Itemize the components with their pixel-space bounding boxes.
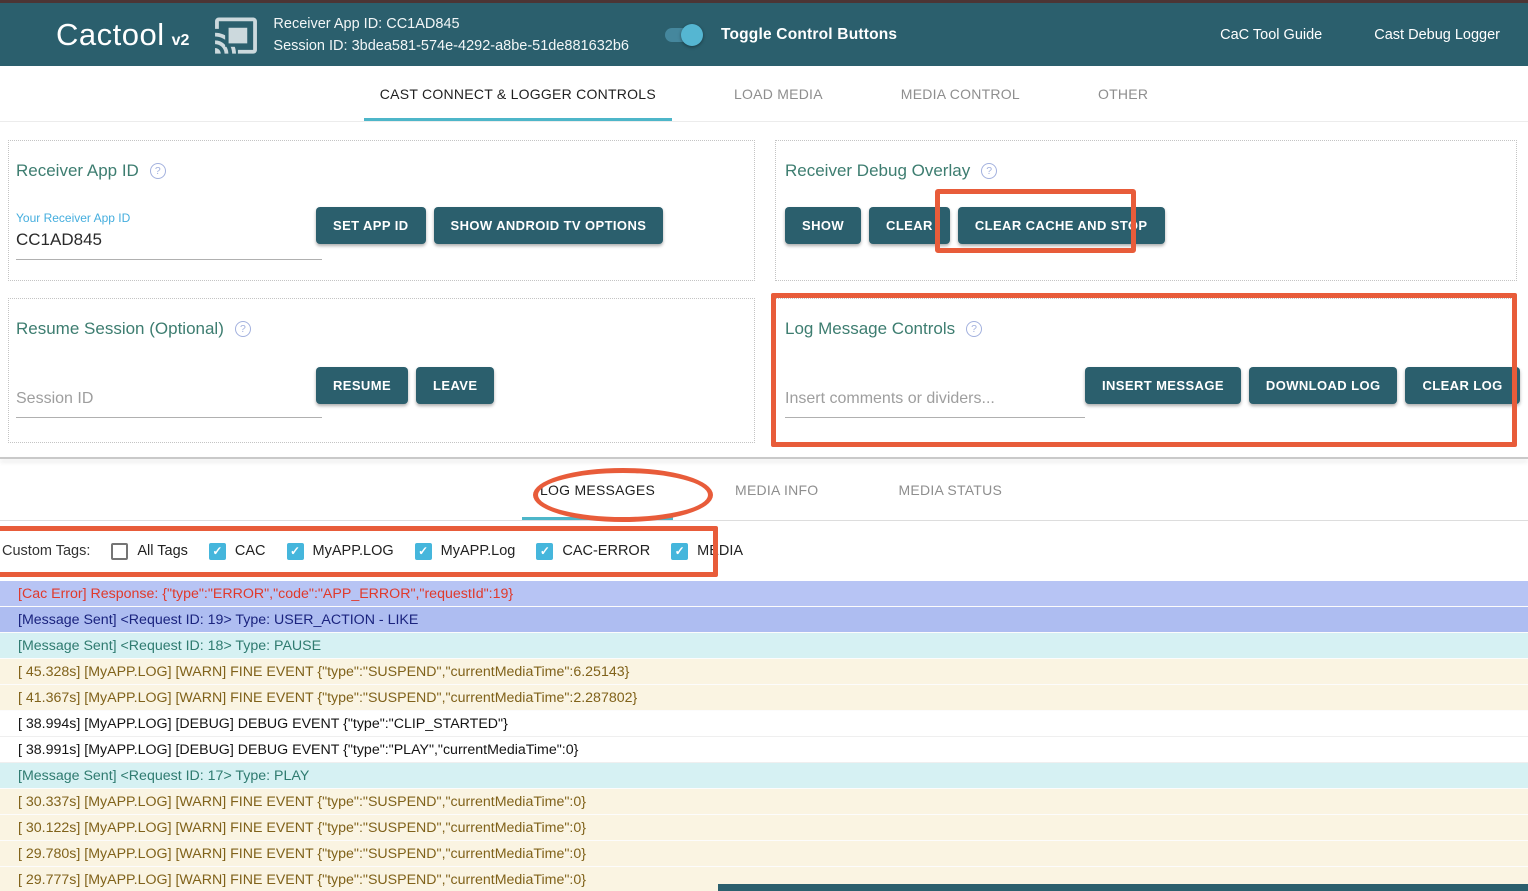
log-row: [ 41.367s] [MyAPP.LOG] [WARN] FINE EVENT… [0, 685, 1528, 711]
receiver-debug-overlay-panel: Receiver Debug Overlay SHOW CLEAR CLEAR … [775, 140, 1517, 281]
clear-overlay-button[interactable]: CLEAR [869, 207, 950, 244]
log-row: [ 30.122s] [MyAPP.LOG] [WARN] FINE EVENT… [0, 815, 1528, 841]
myapp-log-upper-checkbox[interactable] [287, 543, 304, 560]
help-icon[interactable] [235, 321, 251, 337]
custom-tags-bar: Custom Tags: All Tags CAC MyAPP.LOG MyAP… [0, 521, 1528, 581]
cactool-page: Cactool v2 Receiver App ID: CC1AD845 Ses… [0, 0, 1528, 891]
session-info: Receiver App ID: CC1AD845 Session ID: 3b… [273, 13, 629, 57]
resume-session-title: Resume Session (Optional) [16, 319, 224, 339]
tag-media[interactable]: MEDIA [671, 543, 743, 560]
log-row: [Message Sent] <Request ID: 19> Type: US… [0, 607, 1528, 633]
log-message-controls-title: Log Message Controls [785, 319, 955, 339]
chromecast-icon [213, 15, 259, 55]
bottom-bar [718, 884, 1528, 891]
log-tab-bar: LOG MESSAGES MEDIA INFO MEDIA STATUS [0, 459, 1528, 521]
tab-log-messages[interactable]: LOG MESSAGES [522, 459, 673, 520]
show-overlay-button[interactable]: SHOW [785, 207, 861, 244]
myapp-log-checkbox[interactable] [415, 543, 432, 560]
cac-tool-guide-link[interactable]: CaC Tool Guide [1220, 27, 1322, 43]
set-app-id-button[interactable]: SET APP ID [316, 207, 426, 244]
control-buttons-toggle[interactable] [663, 23, 703, 47]
toggle-knob [681, 24, 703, 46]
app-logo: Cactool v2 [56, 17, 189, 53]
tab-cast-connect-logger-controls[interactable]: CAST CONNECT & LOGGER CONTROLS [364, 66, 672, 121]
cast-debug-logger-link[interactable]: Cast Debug Logger [1374, 27, 1500, 43]
tab-media-info[interactable]: MEDIA INFO [717, 459, 836, 520]
tag-all-tags[interactable]: All Tags [111, 543, 188, 560]
cac-error-checkbox[interactable] [536, 543, 553, 560]
insert-message-button[interactable]: INSERT MESSAGE [1085, 367, 1241, 404]
help-icon[interactable] [981, 163, 997, 179]
resume-session-panel: Resume Session (Optional) RESUME LEAVE [8, 298, 755, 443]
log-row: [ 38.991s] [MyAPP.LOG] [DEBUG] DEBUG EVE… [0, 737, 1528, 763]
tag-cac[interactable]: CAC [209, 543, 266, 560]
receiver-app-id-input[interactable] [16, 225, 322, 260]
session-id-text: Session ID: 3bdea581-574e-4292-a8be-51de… [273, 35, 629, 57]
log-row: [ 38.994s] [MyAPP.LOG] [DEBUG] DEBUG EVE… [0, 711, 1528, 737]
resume-button[interactable]: RESUME [316, 367, 408, 404]
tab-other[interactable]: OTHER [1082, 66, 1164, 121]
help-icon[interactable] [150, 163, 166, 179]
toggle-label: Toggle Control Buttons [721, 26, 897, 44]
tab-media-control[interactable]: MEDIA CONTROL [885, 66, 1036, 121]
main-tab-bar: CAST CONNECT & LOGGER CONTROLS LOAD MEDI… [0, 66, 1528, 122]
tag-myapp-log[interactable]: MyAPP.Log [415, 543, 516, 560]
tab-media-status[interactable]: MEDIA STATUS [880, 459, 1020, 520]
app-version: v2 [172, 32, 190, 50]
section-divider [0, 457, 1528, 459]
tag-cac-error[interactable]: CAC-ERROR [536, 543, 650, 560]
clear-log-button[interactable]: CLEAR LOG [1405, 367, 1519, 404]
all-tags-checkbox[interactable] [111, 543, 128, 560]
tag-myapp-log-upper[interactable]: MyAPP.LOG [287, 543, 394, 560]
log-message-list: [Cac Error] Response: {"type":"ERROR","c… [0, 581, 1528, 891]
clear-cache-and-stop-button[interactable]: CLEAR CACHE AND STOP [958, 207, 1165, 244]
cac-checkbox[interactable] [209, 543, 226, 560]
log-row: [ 29.780s] [MyAPP.LOG] [WARN] FINE EVENT… [0, 841, 1528, 867]
receiver-app-id-title: Receiver App ID [16, 161, 139, 181]
control-panels: Receiver App ID Your Receiver App ID SET… [0, 122, 1528, 457]
log-row: [ 30.337s] [MyAPP.LOG] [WARN] FINE EVENT… [0, 789, 1528, 815]
log-row: [Cac Error] Response: {"type":"ERROR","c… [0, 581, 1528, 607]
log-row: [Message Sent] <Request ID: 17> Type: PL… [0, 763, 1528, 789]
tab-load-media[interactable]: LOAD MEDIA [718, 66, 839, 121]
receiver-app-id-field-label: Your Receiver App ID [16, 211, 322, 225]
show-android-tv-options-button[interactable]: SHOW ANDROID TV OPTIONS [434, 207, 664, 244]
app-title: Cactool [56, 17, 165, 53]
session-id-input[interactable] [16, 383, 322, 418]
log-row: [Message Sent] <Request ID: 18> Type: PA… [0, 633, 1528, 659]
receiver-debug-overlay-title: Receiver Debug Overlay [785, 161, 970, 181]
custom-tags-label: Custom Tags: [2, 543, 90, 559]
receiver-app-id-panel: Receiver App ID Your Receiver App ID SET… [8, 140, 755, 281]
app-header: Cactool v2 Receiver App ID: CC1AD845 Ses… [0, 3, 1528, 66]
leave-button[interactable]: LEAVE [416, 367, 494, 404]
log-row: [ 45.328s] [MyAPP.LOG] [WARN] FINE EVENT… [0, 659, 1528, 685]
log-message-controls-panel: Log Message Controls INSERT MESSAGE DOWN… [775, 298, 1517, 443]
download-log-button[interactable]: DOWNLOAD LOG [1249, 367, 1398, 404]
header-links: CaC Tool Guide Cast Debug Logger [1220, 27, 1500, 43]
help-icon[interactable] [966, 321, 982, 337]
receiver-app-id-text: Receiver App ID: CC1AD845 [273, 13, 629, 35]
media-checkbox[interactable] [671, 543, 688, 560]
insert-comment-input[interactable] [785, 383, 1085, 418]
